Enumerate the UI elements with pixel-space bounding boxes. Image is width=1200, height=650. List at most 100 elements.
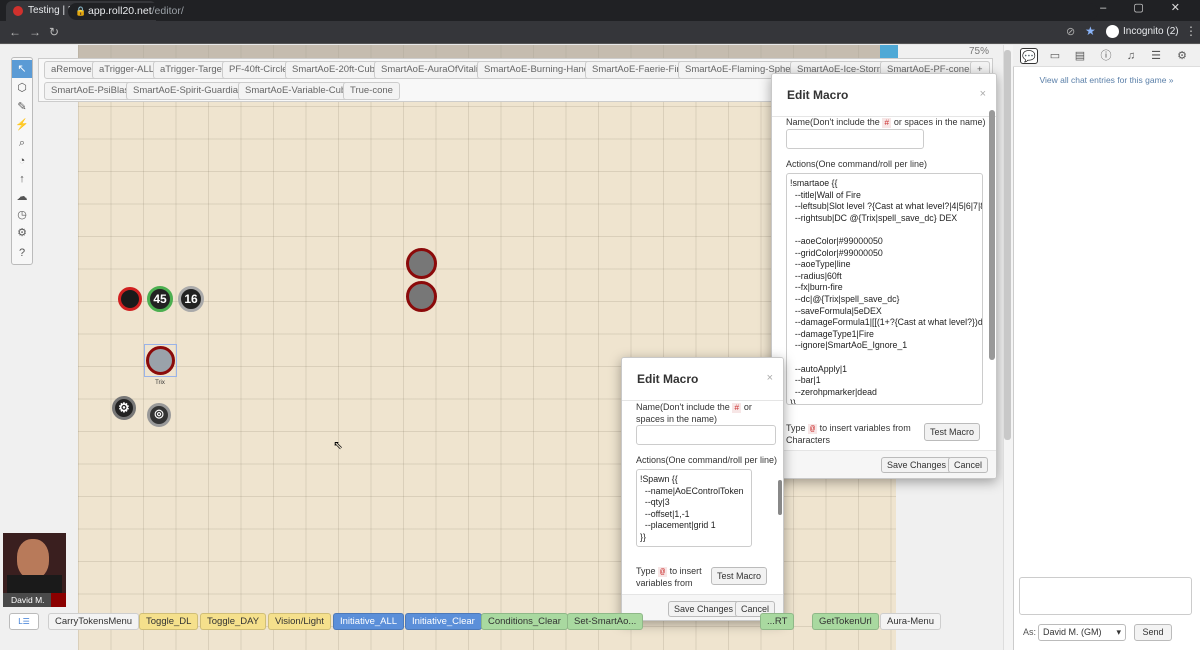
dice-tool-icon[interactable]: ⚙ [12, 224, 32, 242]
dialog-title: Edit Macro [772, 74, 996, 117]
zoom-level: 75% [969, 46, 990, 57]
pin-tool-icon[interactable]: ↑ [12, 170, 32, 188]
macro-line: --rightsub|DC @{Trix|spell_save_dc} DEX [790, 212, 958, 223]
draw-tool-icon[interactable]: ✎ [12, 98, 32, 116]
bookmark-star-icon[interactable]: ★ [1085, 24, 1096, 38]
edit-macro-dialog-small: Edit Macro × Name(Don't include the # or… [621, 357, 784, 621]
top-macro-button[interactable]: aTrigger-ALL [92, 61, 162, 79]
bottom-macro-button[interactable]: Toggle_DAY [200, 613, 267, 630]
player-color-swatch[interactable] [51, 593, 66, 607]
bottom-macro-button[interactable]: Aura-Menu [880, 613, 941, 630]
macro-line: }} [790, 398, 796, 405]
macro-line: --aoeType|line [790, 259, 851, 270]
macro-line: --fx|burn-fire [790, 282, 843, 293]
extension-icon[interactable]: ⊘ [1066, 25, 1075, 38]
speaking-as-select[interactable]: David M. (GM) ▾ [1038, 624, 1126, 641]
canvas-scroll-thumb[interactable] [1004, 50, 1011, 440]
turn-tracker-icon[interactable]: ◷ [12, 206, 32, 224]
url-field[interactable]: 🔒 app.roll20.net/editor/ [68, 3, 1098, 20]
top-macro-button[interactable]: aRemove [44, 61, 99, 79]
music-tab-icon[interactable]: ♫ [1122, 48, 1140, 64]
token-number-45[interactable]: 45 [147, 286, 173, 312]
name-label: Name(Don't include the # or spaces in th… [786, 117, 986, 128]
reload-icon[interactable]: ↻ [49, 25, 59, 39]
macro-line: --qty|3 [640, 497, 670, 508]
macro-line [790, 352, 979, 364]
bottom-macro-button[interactable]: Conditions_Clear [481, 613, 568, 630]
settings-tab-icon[interactable]: ⚙ [1173, 48, 1191, 64]
select-tool-icon[interactable]: ↖ [12, 60, 32, 78]
dialog-scrollbar[interactable] [989, 110, 995, 360]
roll20-favicon-icon [13, 6, 23, 16]
compendium-tab-icon[interactable]: ⓘ [1097, 48, 1115, 64]
top-macro-button[interactable]: SmartAoE-Spirit-Guardians [126, 82, 256, 100]
top-macro-button[interactable]: SmartAoE-AuraOfVitality [374, 61, 493, 79]
gear-token-icon[interactable]: ⚙ [112, 396, 136, 420]
macro-line: --bar|1 [790, 375, 821, 386]
top-macro-button[interactable]: SmartAoE-PsiBlast [44, 82, 139, 100]
macro-line: --aoeColor|#99000050 [790, 235, 883, 246]
close-icon[interactable]: × [980, 88, 986, 100]
target-token-icon[interactable]: ◎ [147, 403, 171, 427]
top-macro-button[interactable]: True-cone [343, 82, 400, 100]
bottom-macro-button[interactable]: Initiative_ALL [333, 613, 405, 630]
chevron-down-icon: ▾ [1116, 627, 1121, 637]
incognito-profile[interactable]: Incognito (2) [1106, 24, 1179, 40]
macro-name-input[interactable] [636, 425, 776, 445]
top-macro-button[interactable]: SmartAoE-Faerie-Fire [585, 61, 692, 79]
macro-actions-textarea[interactable]: !smartaoe {{ --title|Wall of Fire --left… [786, 173, 983, 405]
knight-token-1[interactable] [406, 248, 437, 279]
chat-tab-icon[interactable]: 💬 [1020, 48, 1038, 64]
top-macro-button[interactable]: SmartAoE-Variable-Cube [238, 82, 359, 100]
collection-tab-icon[interactable]: ☰ [1147, 48, 1165, 64]
macro-name-input[interactable] [786, 129, 924, 149]
bottom-macro-button[interactable]: ...RT [760, 613, 795, 630]
macro-line: --radius|60ft [790, 270, 842, 281]
top-macro-button[interactable]: PF-40ft-Circle [222, 61, 295, 79]
test-macro-button[interactable]: Test Macro [924, 423, 981, 441]
send-button[interactable]: Send [1134, 624, 1172, 641]
close-icon[interactable]: × [767, 372, 773, 384]
token-number-16[interactable]: 16 [178, 286, 204, 312]
macro-line: --ignore|SmartAoE_Ignore_1 [790, 340, 908, 351]
insert-variables-hint: Type @ to insert variables from [636, 566, 702, 588]
macro-line: --placement|grid 1 [640, 520, 716, 531]
browser-menu-icon[interactable]: ⋮ [1185, 24, 1197, 38]
zoom-tool-icon[interactable]: ⌕ [12, 134, 32, 152]
bottom-macro-button[interactable]: Vision/Light [268, 613, 331, 630]
bottom-macro-button[interactable]: Set-SmartAo... [567, 613, 644, 630]
fog-tool-icon[interactable]: ☁ [12, 188, 32, 206]
layer-tool-icon[interactable]: ⬡ [12, 79, 32, 97]
knight-token-2[interactable] [406, 281, 437, 312]
top-macro-button[interactable]: SmartAoE-Burning-Hands [477, 61, 601, 79]
measure-tool-icon[interactable]: ◔ [12, 152, 32, 170]
chat-input[interactable] [1019, 577, 1192, 615]
token-red[interactable] [118, 287, 142, 311]
help-icon[interactable]: ? [12, 244, 32, 262]
top-macro-button[interactable]: aTrigger-Target [153, 61, 232, 79]
macro-line: --leftsub|Slot level ?{Cast at what leve… [790, 201, 983, 212]
macro-line: --name|AoEControlToken [640, 485, 744, 496]
bottom-macro-button[interactable]: CarryTokensMenu [48, 613, 140, 630]
macro-line: --title|Wall of Fire [790, 189, 861, 200]
save-changes-button[interactable]: Save Changes [881, 457, 953, 473]
bottom-macro-button[interactable]: Initiative_Clear [405, 613, 482, 630]
dialog-title: Edit Macro [622, 358, 783, 401]
view-all-chat-link[interactable]: View all chat entries for this game » [1013, 75, 1200, 85]
test-macro-button[interactable]: Test Macro [711, 567, 768, 585]
art-library-tab-icon[interactable]: ▭ [1046, 48, 1064, 64]
cancel-button[interactable]: Cancel [948, 457, 989, 473]
fx-tool-icon[interactable]: ⚡ [12, 116, 32, 134]
journal-tab-icon[interactable]: ▤ [1071, 48, 1089, 64]
bottom-macro-button[interactable]: Toggle_DL [139, 613, 199, 630]
quickbar-toggle-icon[interactable]: L☰ [9, 613, 39, 630]
trix-token[interactable] [146, 346, 175, 375]
macro-actions-textarea[interactable]: !Spawn {{ --name|AoEControlToken --qty|3… [636, 469, 752, 547]
small-dialog-scrollbar[interactable] [778, 480, 782, 515]
back-icon[interactable]: ← [9, 25, 21, 39]
forward-icon[interactable]: → [29, 25, 41, 39]
bottom-macro-button[interactable]: GetTokenUrl [812, 613, 879, 630]
macro-line: --saveFormula|5eDEX [790, 305, 882, 316]
top-macro-button[interactable]: SmartAoE-20ft-Cube [285, 61, 388, 79]
as-label: As: [1023, 627, 1037, 637]
